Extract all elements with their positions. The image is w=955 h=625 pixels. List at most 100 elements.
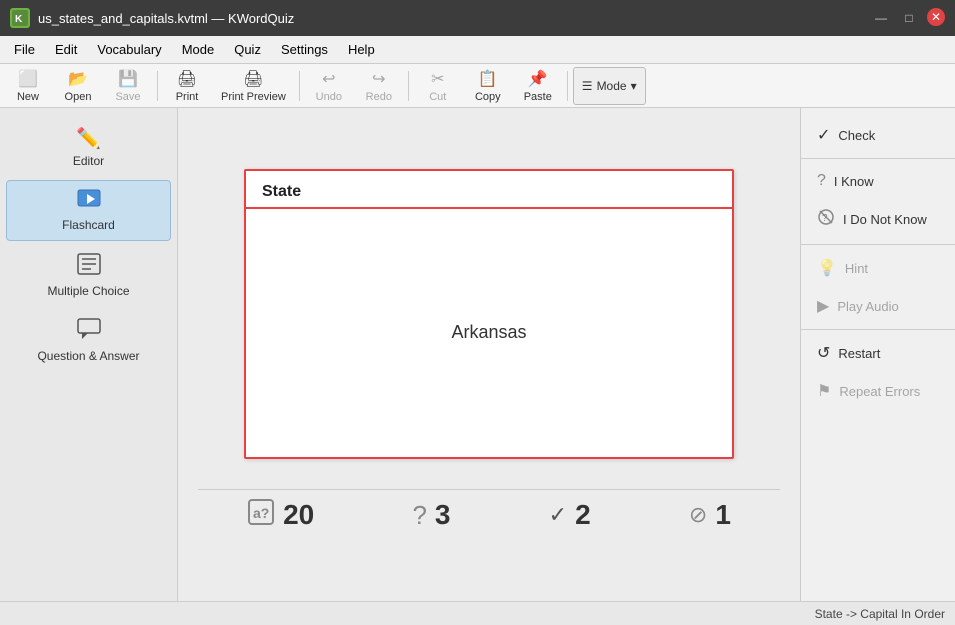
flashcard-header: State: [246, 171, 732, 209]
minimize-button[interactable]: —: [871, 8, 891, 28]
paste-label: Paste: [524, 91, 552, 103]
sidebar-item-flashcard[interactable]: Flashcard: [6, 180, 171, 241]
redo-label: Redo: [366, 91, 392, 103]
correct-icon: ✓: [549, 502, 567, 528]
menu-edit[interactable]: Edit: [45, 38, 87, 61]
sidebar: ✏️ Editor Flashcard Multiple Cho: [0, 108, 178, 601]
editor-icon: ✏️: [76, 126, 101, 151]
close-button[interactable]: ✕: [927, 8, 945, 26]
print-icon: 🖨: [177, 69, 197, 89]
flashcard-content: Arkansas: [451, 322, 526, 343]
open-icon: 📂: [68, 69, 88, 89]
check-button[interactable]: ✓ Check: [805, 117, 951, 153]
menu-settings[interactable]: Settings: [271, 38, 338, 61]
print-preview-label: Print Preview: [221, 91, 286, 103]
save-button[interactable]: 💾 Save: [104, 67, 152, 105]
cut-button[interactable]: ✂ Cut: [414, 67, 462, 105]
window-controls: — □ ✕: [871, 8, 945, 28]
multiple-choice-icon: [77, 253, 101, 281]
qa-icon: [77, 318, 101, 346]
print-label: Print: [176, 91, 199, 103]
restart-icon: ↺: [817, 343, 830, 363]
bottom-status-text: State -> Capital In Order: [815, 607, 945, 621]
undo-label: Undo: [316, 91, 342, 103]
save-icon: 💾: [118, 69, 138, 89]
restart-label: Restart: [838, 346, 880, 361]
undo-button[interactable]: ↩ Undo: [305, 67, 353, 105]
copy-button[interactable]: 📋 Copy: [464, 67, 512, 105]
cut-label: Cut: [429, 91, 446, 103]
sidebar-item-qa[interactable]: Question & Answer: [6, 310, 171, 371]
play-audio-button[interactable]: ▶ Play Audio: [805, 288, 951, 324]
sidebar-item-editor[interactable]: ✏️ Editor: [6, 118, 171, 176]
right-separator-2: [801, 244, 955, 245]
status-correct: ✓ 2: [549, 499, 591, 531]
flashcard-body: Arkansas: [246, 209, 732, 457]
hint-button[interactable]: 💡 Hint: [805, 250, 951, 286]
paste-icon: 📌: [528, 69, 548, 89]
toolbar-separator-4: [567, 71, 568, 101]
menu-mode[interactable]: Mode: [172, 38, 225, 61]
i-do-not-know-icon: ?: [817, 208, 835, 231]
menu-file[interactable]: File: [4, 38, 45, 61]
sidebar-item-qa-label: Question & Answer: [37, 349, 139, 363]
flashcard-icon: [77, 189, 101, 215]
repeat-errors-label: Repeat Errors: [839, 384, 920, 399]
right-panel: ✓ Check ? I Know ? I Do Not Know 💡 Hint …: [800, 108, 955, 601]
toolbar-separator-3: [408, 71, 409, 101]
i-do-not-know-button[interactable]: ? I Do Not Know: [805, 200, 951, 239]
status-total: a? 20: [247, 498, 314, 533]
check-label: Check: [838, 128, 875, 143]
open-button[interactable]: 📂 Open: [54, 67, 102, 105]
toolbar-separator-2: [299, 71, 300, 101]
correct-count: 2: [575, 499, 591, 531]
play-audio-icon: ▶: [817, 296, 829, 316]
total-count: 20: [283, 499, 314, 531]
sidebar-item-flashcard-label: Flashcard: [62, 218, 115, 232]
main-content: ✏️ Editor Flashcard Multiple Cho: [0, 108, 955, 601]
status-strip: a? 20 ? 3 ✓ 2 ⊘ 1: [198, 489, 780, 541]
i-do-not-know-label: I Do Not Know: [843, 212, 927, 227]
repeat-errors-icon: ⚑: [817, 381, 831, 401]
undo-icon: ↩: [322, 69, 335, 89]
app-icon: K: [10, 8, 30, 28]
cut-icon: ✂: [431, 69, 444, 89]
status-wrong: ⊘ 1: [689, 499, 731, 531]
redo-button[interactable]: ↪ Redo: [355, 67, 403, 105]
i-know-button[interactable]: ? I Know: [805, 164, 951, 198]
repeat-errors-button[interactable]: ⚑ Repeat Errors: [805, 373, 951, 409]
restart-button[interactable]: ↺ Restart: [805, 335, 951, 371]
new-icon: ⬜: [18, 69, 38, 89]
bottom-bar: State -> Capital In Order: [0, 601, 955, 625]
window-title: us_states_and_capitals.kvtml — KWordQuiz: [38, 11, 294, 26]
paste-button[interactable]: 📌 Paste: [514, 67, 562, 105]
wrong-count: 1: [715, 499, 731, 531]
svg-text:a?: a?: [253, 505, 269, 521]
right-separator-1: [801, 158, 955, 159]
new-button[interactable]: ⬜ New: [4, 67, 52, 105]
mode-arrow-icon: ▾: [631, 79, 637, 93]
wrong-icon: ⊘: [689, 502, 707, 528]
mode-button[interactable]: ☰ Mode ▾: [573, 67, 646, 105]
open-label: Open: [65, 91, 92, 103]
titlebar: K us_states_and_capitals.kvtml — KWordQu…: [0, 0, 955, 36]
toolbar-separator-1: [157, 71, 158, 101]
hint-icon: 💡: [817, 258, 837, 278]
i-know-label: I Know: [834, 174, 874, 189]
hint-label: Hint: [845, 261, 868, 276]
menu-help[interactable]: Help: [338, 38, 385, 61]
menu-quiz[interactable]: Quiz: [224, 38, 271, 61]
mode-label: Mode: [597, 79, 627, 93]
print-preview-button[interactable]: 🖨 Print Preview: [213, 67, 294, 105]
sidebar-item-multiple-choice-label: Multiple Choice: [47, 284, 129, 298]
copy-icon: 📋: [478, 69, 498, 89]
new-label: New: [17, 91, 39, 103]
unknown-icon: ?: [412, 500, 426, 531]
print-preview-icon: 🖨: [243, 69, 263, 89]
menu-vocabulary[interactable]: Vocabulary: [87, 38, 171, 61]
sidebar-item-multiple-choice[interactable]: Multiple Choice: [6, 245, 171, 306]
print-button[interactable]: 🖨 Print: [163, 67, 211, 105]
total-icon: a?: [247, 498, 275, 533]
maximize-button[interactable]: □: [899, 8, 919, 28]
save-label: Save: [115, 91, 140, 103]
